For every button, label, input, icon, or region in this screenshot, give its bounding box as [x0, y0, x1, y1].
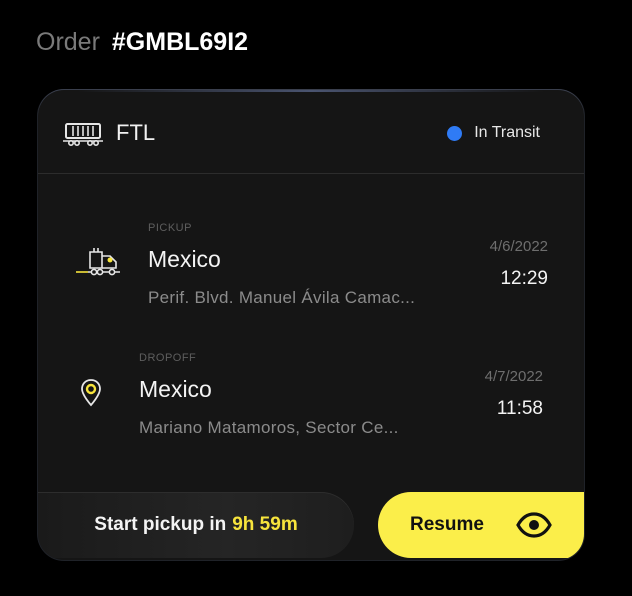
shipment-card[interactable]: FTL In Transit PICKUP Mexico Perif. Blvd… — [38, 90, 584, 560]
order-header: Order #GMBL69I2 — [36, 28, 248, 57]
status-badge: In Transit — [447, 124, 540, 142]
start-pickup-countdown[interactable]: Start pickup in 9h 59m — [38, 492, 354, 558]
dropoff-address: Mariano Matamoros, Sector Ce... — [139, 418, 399, 437]
pickup-city: Mexico — [148, 246, 221, 272]
pickup-address: Perif. Blvd. Manuel Ávila Camac... — [148, 288, 416, 307]
card-header: FTL In Transit — [38, 90, 584, 174]
status-dot — [447, 125, 463, 141]
trailer-icon — [63, 123, 103, 146]
eye-icon — [516, 512, 552, 538]
dropoff-city: Mexico — [139, 376, 212, 402]
dropoff-time: 11:58 — [496, 398, 543, 419]
location-pin-icon — [81, 379, 101, 407]
pickup-label: PICKUP — [148, 222, 192, 234]
pickup-date: 4/6/2022 — [489, 238, 548, 255]
resume-label: Resume — [410, 514, 484, 535]
card-footer: Start pickup in 9h 59m Resume — [38, 490, 584, 560]
truck-icon — [76, 248, 120, 276]
dropoff-stop[interactable]: DROPOFF Mexico Mariano Matamoros, Sector… — [38, 350, 584, 440]
divider — [38, 173, 584, 174]
dropoff-label: DROPOFF — [139, 352, 197, 364]
load-type: FTL — [116, 120, 156, 145]
resume-button[interactable]: Resume — [378, 492, 584, 558]
start-pickup-time: 9h 59m — [232, 514, 298, 535]
dropoff-date: 4/7/2022 — [484, 368, 543, 385]
order-number: #GMBL69I2 — [111, 28, 249, 56]
status-text: In Transit — [474, 124, 540, 141]
pickup-stop[interactable]: PICKUP Mexico Perif. Blvd. Manuel Ávila … — [38, 220, 584, 310]
pickup-time: 12:29 — [500, 268, 548, 289]
order-prefix: Order — [36, 28, 100, 56]
start-pickup-label: Start pickup in — [94, 514, 227, 535]
